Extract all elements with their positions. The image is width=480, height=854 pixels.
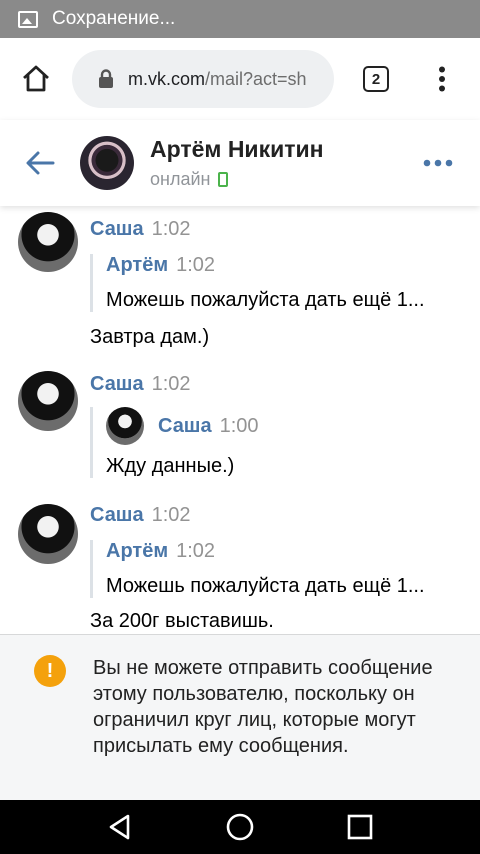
message-text: Завтра дам.) bbox=[90, 326, 210, 348]
more-vertical-icon bbox=[439, 66, 445, 92]
contact-info[interactable]: Артём Никитин онлайн bbox=[150, 136, 396, 190]
more-horizontal-icon bbox=[423, 159, 453, 167]
arrow-left-icon bbox=[26, 151, 55, 175]
forwarded-message[interactable]: Артём 1:02 Можешь пожалуйста дать ещё 1..… bbox=[90, 254, 470, 312]
author-name[interactable]: Саша bbox=[90, 504, 144, 526]
image-icon bbox=[18, 10, 38, 28]
message-time: 1:02 bbox=[151, 218, 191, 240]
nav-home-button[interactable] bbox=[220, 807, 260, 847]
home-icon bbox=[23, 65, 49, 92]
author-name[interactable]: Саша bbox=[90, 218, 144, 240]
home-button[interactable] bbox=[0, 38, 72, 120]
avatar[interactable] bbox=[18, 371, 78, 431]
message-text: За 200г выставишь. bbox=[90, 610, 274, 632]
status-bar-text: Сохранение... bbox=[52, 8, 176, 29]
forwarded-time: 1:02 bbox=[176, 540, 216, 562]
online-status-text: онлайн bbox=[150, 169, 211, 189]
warning-icon: ! bbox=[34, 655, 66, 687]
forwarded-meta: Саша 1:00 bbox=[106, 407, 470, 445]
forwarded-text: Можешь пожалуйста дать ещё 1... bbox=[106, 575, 425, 597]
triangle-back-icon bbox=[109, 814, 130, 840]
message-meta: Саша 1:02 bbox=[90, 373, 191, 396]
address-bar[interactable]: m.vk.com/mail?act=sh bbox=[72, 50, 334, 108]
circle-home-icon bbox=[226, 813, 254, 841]
navigation-bar bbox=[0, 800, 480, 854]
author-name[interactable]: Саша bbox=[90, 373, 144, 395]
chat-menu-button[interactable] bbox=[396, 120, 480, 206]
message-time: 1:02 bbox=[151, 504, 191, 526]
avatar[interactable] bbox=[18, 212, 78, 272]
forwarded-message[interactable]: Саша 1:00 Жду данные.) bbox=[90, 407, 470, 478]
forwarded-author: Артём bbox=[106, 540, 169, 562]
forwarded-meta: Артём 1:02 bbox=[106, 540, 470, 563]
url-domain: m.vk.com bbox=[128, 68, 206, 89]
forwarded-avatar bbox=[106, 407, 144, 445]
lock-icon bbox=[99, 69, 113, 88]
forwarded-time: 1:00 bbox=[219, 414, 259, 437]
nav-recents-button[interactable] bbox=[340, 807, 380, 847]
forwarded-text: Жду данные.) bbox=[106, 455, 235, 477]
forwarded-text: Можешь пожалуйста дать ещё 1... bbox=[106, 289, 425, 311]
tabs-button[interactable]: 2 bbox=[334, 38, 418, 120]
browser-toolbar: m.vk.com/mail?act=sh 2 bbox=[0, 38, 480, 120]
notice-text: Вы не можете отправить сообщение этому п… bbox=[93, 657, 433, 757]
mobile-online-icon bbox=[218, 172, 229, 187]
forwarded-author: Артём bbox=[106, 254, 169, 276]
message-meta: Саша 1:02 bbox=[90, 218, 191, 241]
tab-count: 2 bbox=[363, 66, 389, 92]
message-time: 1:02 bbox=[151, 373, 191, 395]
forwarded-author: Саша bbox=[158, 414, 212, 437]
avatar[interactable] bbox=[18, 504, 78, 564]
url-text: m.vk.com/mail?act=sh bbox=[128, 69, 307, 90]
status-bar: Сохранение... bbox=[0, 0, 480, 38]
contact-avatar[interactable] bbox=[80, 136, 134, 190]
message-meta: Саша 1:02 bbox=[90, 504, 191, 527]
browser-menu-button[interactable] bbox=[418, 38, 466, 120]
contact-name: Артём Никитин bbox=[150, 136, 324, 162]
forwarded-meta: Артём 1:02 bbox=[106, 254, 470, 277]
chat-header: Артём Никитин онлайн bbox=[0, 120, 480, 206]
forwarded-message[interactable]: Артём 1:02 Можешь пожалуйста дать ещё 1..… bbox=[90, 540, 470, 598]
nav-back-button[interactable] bbox=[100, 807, 140, 847]
back-button[interactable] bbox=[0, 120, 80, 206]
contact-status: онлайн bbox=[150, 169, 396, 190]
url-path: /mail?act=sh bbox=[205, 68, 307, 89]
message-list[interactable]: Саша 1:02 Артём 1:02 Можешь пожалуйста дат… bbox=[0, 206, 480, 634]
forwarded-time: 1:02 bbox=[176, 254, 216, 276]
cannot-send-notice: ! Вы не можете отправить сообщение этому… bbox=[0, 634, 480, 800]
square-recents-icon bbox=[347, 814, 373, 840]
